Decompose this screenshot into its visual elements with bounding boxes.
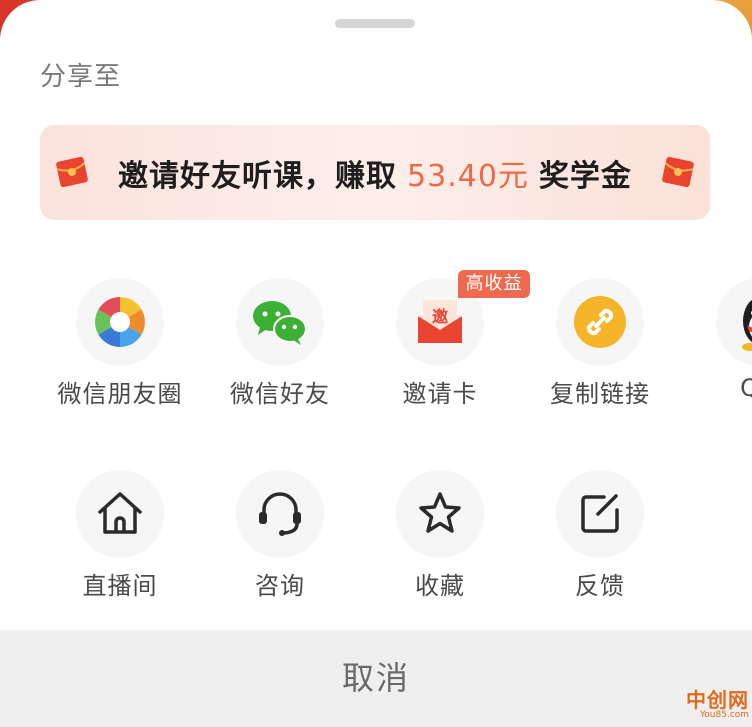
invite-card-label: 邀请卡	[402, 380, 478, 408]
star-icon	[396, 470, 484, 558]
link-icon	[556, 278, 644, 366]
copy-link-button[interactable]: 复制链接	[520, 278, 680, 408]
banner-text-before: 邀请好友听课，赚取	[118, 158, 398, 194]
feedback-label: 反馈	[575, 572, 625, 600]
high-earnings-badge: 高收益	[458, 270, 530, 298]
share-sheet: 分享至 邀请好友听课，赚取 53.40元 奖学金 微信朋友圈 微信好友 邀 邀请…	[0, 0, 752, 727]
cancel-button[interactable]: 取消	[0, 630, 752, 727]
edit-icon	[556, 470, 644, 558]
wechat-icon	[236, 278, 324, 366]
watermark-sub: You85.com	[700, 710, 750, 720]
share-wechat-button[interactable]: 微信好友	[200, 278, 360, 408]
live-room-button[interactable]: 直播间	[40, 470, 200, 600]
red-envelope-icon	[56, 156, 88, 188]
feedback-button[interactable]: 反馈	[520, 470, 680, 600]
favorite-button[interactable]: 收藏	[360, 470, 520, 600]
camera-aperture-icon	[76, 278, 164, 366]
share-title: 分享至	[40, 62, 122, 92]
svg-text:邀: 邀	[432, 307, 448, 326]
headset-icon	[236, 470, 324, 558]
banner-text-after: 奖学金	[538, 158, 632, 194]
drag-handle[interactable]	[335, 19, 415, 28]
qq-icon	[716, 278, 752, 366]
favorite-label: 收藏	[415, 572, 465, 600]
banner-amount: 53.40元	[407, 158, 529, 194]
live-room-label: 直播间	[82, 572, 158, 600]
site-watermark: 中创网 You85.com	[662, 682, 752, 727]
share-targets-row: 微信朋友圈 微信好友 邀 邀请卡 复制链接 Q	[0, 278, 752, 408]
red-envelope-icon	[662, 156, 694, 188]
share-moments-button[interactable]: 微信朋友圈	[40, 278, 200, 408]
share-qq-label: QQ	[740, 374, 752, 402]
banner-text: 邀请好友听课，赚取 53.40元 奖学金	[118, 151, 632, 195]
consult-label: 咨询	[255, 572, 305, 600]
copy-link-label: 复制链接	[550, 380, 650, 408]
share-qq-button[interactable]: QQ	[680, 278, 752, 408]
invite-banner[interactable]: 邀请好友听课，赚取 53.40元 奖学金	[40, 125, 710, 220]
share-moments-label: 微信朋友圈	[57, 380, 183, 408]
home-icon	[76, 470, 164, 558]
watermark-text: 中创网	[686, 688, 749, 712]
share-wechat-label: 微信好友	[230, 380, 330, 408]
actions-row: 直播间 咨询 收藏 反馈	[0, 470, 752, 600]
consult-button[interactable]: 咨询	[200, 470, 360, 600]
